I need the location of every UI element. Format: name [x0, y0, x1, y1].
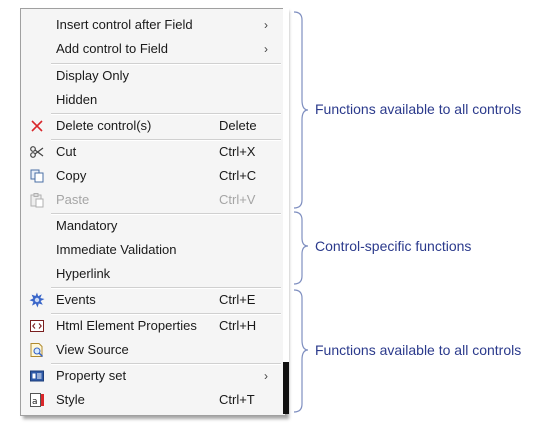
- menu-item-immediate-validation[interactable]: Immediate Validation: [21, 238, 285, 262]
- menu-item-label: Cut: [56, 144, 77, 159]
- copy-icon: [29, 168, 45, 184]
- menu-item-events[interactable]: Events Ctrl+E: [21, 288, 285, 312]
- menu-item-property-set[interactable]: Property set ›: [21, 364, 285, 388]
- bracket-group-3: [293, 289, 309, 413]
- paste-icon: [29, 192, 45, 208]
- menu-item-shortcut: Delete: [219, 118, 257, 133]
- bracket-group-1: [293, 11, 309, 209]
- menu-item-mandatory[interactable]: Mandatory: [21, 214, 285, 238]
- menu-item-shortcut: Ctrl+V: [219, 192, 256, 207]
- menu-item-label: Display Only: [56, 68, 129, 83]
- menu-item-delete-controls[interactable]: Delete control(s) Delete: [21, 114, 285, 138]
- menu-item-paste[interactable]: Paste Ctrl+V: [21, 188, 285, 212]
- menu-item-label: Style: [56, 392, 85, 407]
- menu-item-hidden[interactable]: Hidden: [21, 88, 285, 112]
- menu-item-style[interactable]: a Style Ctrl+T: [21, 388, 285, 412]
- menu-item-label: Events: [56, 292, 96, 307]
- submenu-arrow-icon: ›: [264, 369, 268, 383]
- menu-item-shortcut: Ctrl+E: [219, 292, 256, 307]
- menu-item-shortcut: Ctrl+C: [219, 168, 257, 183]
- menu-item-insert-control-after-field[interactable]: Insert control after Field ›: [21, 13, 285, 37]
- menu-item-add-control-to-field[interactable]: Add control to Field ›: [21, 37, 285, 61]
- grouping-brackets: [293, 11, 309, 413]
- background-edge: [283, 8, 289, 414]
- property-set-icon: [29, 368, 45, 384]
- annotation-control-specific: Control-specific functions: [315, 238, 472, 254]
- menu-item-label: Immediate Validation: [56, 242, 177, 257]
- menu-item-shortcut: Ctrl+H: [219, 318, 257, 333]
- context-menu: Insert control after Field › Add control…: [20, 8, 286, 416]
- svg-text:a: a: [32, 397, 38, 407]
- view-source-icon: [29, 342, 45, 358]
- events-gear-icon: [29, 292, 45, 308]
- bracket-group-2: [293, 211, 309, 285]
- menu-item-display-only[interactable]: Display Only: [21, 64, 285, 88]
- menu-item-label: Hidden: [56, 92, 98, 107]
- delete-x-icon: [29, 118, 45, 134]
- menu-item-label: Paste: [56, 192, 90, 207]
- menu-item-copy[interactable]: Copy Ctrl+C: [21, 164, 285, 188]
- menu-item-cut[interactable]: Cut Ctrl+X: [21, 140, 285, 164]
- style-icon: a: [29, 392, 45, 408]
- menu-item-label: Copy: [56, 168, 87, 183]
- submenu-arrow-icon: ›: [264, 42, 268, 56]
- background-dark-edge: [283, 362, 289, 414]
- menu-item-label: Hyperlink: [56, 266, 111, 281]
- menu-item-html-element-properties[interactable]: Html Element Properties Ctrl+H: [21, 314, 285, 338]
- menu-item-shortcut: Ctrl+T: [219, 392, 255, 407]
- menu-item-label: Property set: [56, 368, 127, 383]
- submenu-arrow-icon: ›: [264, 18, 268, 32]
- menu-item-view-source[interactable]: View Source: [21, 338, 285, 362]
- html-element-icon: [29, 318, 45, 334]
- annotation-all-controls-bottom: Functions available to all controls: [315, 342, 522, 358]
- menu-item-label: Html Element Properties: [56, 318, 197, 333]
- scissors-icon: [29, 144, 45, 160]
- menu-item-label: Mandatory: [56, 218, 118, 233]
- annotation-all-controls-top: Functions available to all controls: [315, 101, 522, 117]
- menu-item-label: Insert control after Field: [56, 17, 193, 32]
- menu-item-shortcut: Ctrl+X: [219, 144, 256, 159]
- menu-item-label: View Source: [56, 342, 129, 357]
- menu-item-label: Delete control(s): [56, 118, 152, 133]
- menu-item-hyperlink[interactable]: Hyperlink: [21, 262, 285, 286]
- menu-item-label: Add control to Field: [56, 41, 169, 56]
